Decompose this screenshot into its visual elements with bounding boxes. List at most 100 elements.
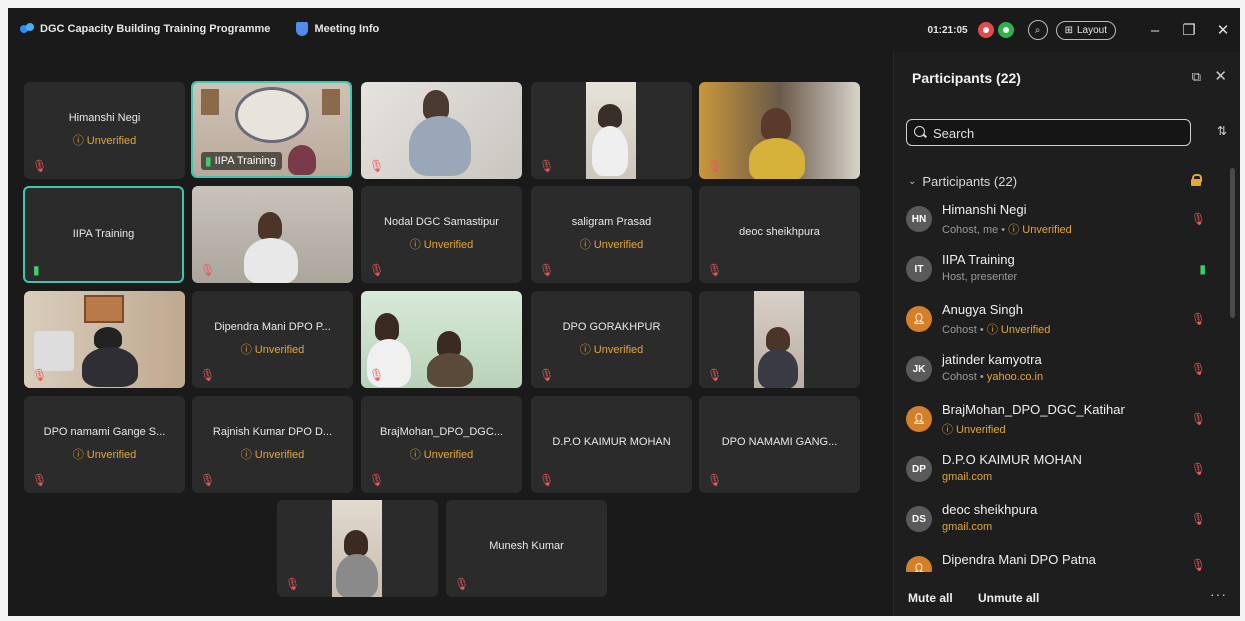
mic-muted-icon: 🎙︎ [32,368,48,382]
meeting-timer: 01:21:05 [927,24,968,36]
video-tile[interactable]: 🎙︎ [699,82,860,179]
mic-muted-icon: 🎙︎ [369,473,385,487]
participant-role: Cohost • [942,371,987,383]
participant-row[interactable]: HN Himanshi Negi Cohost, me • ⓘ Unverifi… [906,200,1206,250]
person [592,126,628,176]
mic-on-icon[interactable]: ▮ [1199,262,1206,276]
participant-subtitle: gmail.com [942,521,992,533]
video-tile[interactable]: BrajMohan_DPO_DGC... ⓘ Unverified 🎙︎ [361,396,522,493]
mic-muted-icon[interactable]: 🎙︎ [1191,312,1206,326]
recording-icon[interactable] [977,22,994,38]
video-tile[interactable]: 🎙︎ [361,82,522,179]
participant-row[interactable]: JK jatinder kamyotra Cohost • yahoo.co.i… [906,350,1206,400]
participant-name: BrajMohan_DPO_DGC_Katihar [942,402,1125,417]
unverified-status: ⓘ Unverified [72,449,137,461]
unmute-all-button[interactable]: Unmute all [978,591,1039,605]
mic-muted-icon[interactable]: 🎙︎ [1191,462,1206,476]
participant-row[interactable]: 👤︎ Anugya Singh Cohost • ⓘ Unverified 🎙︎ [906,300,1206,350]
video-tile[interactable]: saligram Prasad ⓘ Unverified 🎙︎ [531,186,692,283]
secure-status-icon[interactable] [997,22,1014,38]
participant-name: Himanshi Negi [942,202,1027,217]
avatar: IT [906,256,932,282]
video-tile[interactable]: Rajnish Kumar DPO D... ⓘ Unverified 🎙︎ [192,396,353,493]
participant-row[interactable]: 👤︎ BrajMohan_DPO_DGC_Katihar ⓘ Unverifie… [906,400,1206,450]
participant-name: Dipendra Mani DPO Patna [942,552,1096,567]
video-tile[interactable]: DPO namami Gange S... ⓘ Unverified 🎙︎ [24,396,185,493]
mic-muted-icon[interactable]: 🎙︎ [1191,362,1206,376]
unverified-status: ⓘ Unverified [579,239,644,251]
mic-muted-icon: 🎙︎ [707,473,723,487]
minimize-button[interactable]: – [1138,22,1172,39]
layout-label: Layout [1076,24,1107,36]
desk-object [34,331,74,371]
close-icon[interactable]: ✕ [1214,67,1227,85]
pop-out-icon[interactable]: ⧉ [1192,69,1201,85]
tile-name: DPO namami Gange S... [43,426,166,438]
participant-subtitle: Cohost, me • ⓘ Unverified [942,221,1072,237]
layout-button[interactable]: ⊞ Layout [1055,20,1116,40]
unverified-status: ⓘ Unverified [240,344,305,356]
tile-name: DPO NAMAMI GANG... [721,436,838,448]
close-button[interactable]: ✕ [1206,21,1240,39]
mic-muted-icon: 🎙︎ [32,159,48,173]
video-tile[interactable]: DPO NAMAMI GANG... 🎙︎ [699,396,860,493]
mic-muted-icon[interactable]: 🎙︎ [1191,512,1206,526]
video-tile-active[interactable]: IIPA Training ▮ [23,186,184,283]
person [336,554,378,597]
video-tile[interactable]: 🎙︎ [531,82,692,179]
video-tile-active[interactable]: ▮ IIPA Training [191,81,352,178]
mute-all-button[interactable]: Mute all [908,591,953,605]
person [758,349,798,388]
more-options-icon[interactable]: ··· [1210,586,1227,602]
meeting-info-button[interactable]: Meeting Info [314,23,379,35]
video-tile[interactable]: deoc sheikhpura 🎙︎ [699,186,860,283]
video-tile[interactable]: 🎙︎ [192,186,353,283]
video-tile[interactable]: 🎙︎ [361,291,522,388]
meeting-window: DGC Capacity Building Training Programme… [8,8,1240,616]
participant-row[interactable]: DS deoc sheikhpura gmail.com 🎙︎ [906,500,1206,550]
video-tile[interactable]: DPO GORAKHPUR ⓘ Unverified 🎙︎ [531,291,692,388]
video-feed [332,500,382,597]
person [375,313,399,341]
video-feed [361,82,522,179]
lock-icon[interactable] [1191,174,1202,186]
participant-email-domain: gmail.com [942,471,993,483]
portrait-frame [322,89,340,115]
video-tile[interactable]: 🎙︎ [24,291,185,388]
participant-row[interactable]: 👤︎ Dipendra Mani DPO Patna 🎙︎ [906,550,1206,572]
video-tile[interactable]: Dipendra Mani DPO P... ⓘ Unverified 🎙︎ [192,291,353,388]
mic-muted-icon: 🎙︎ [32,473,48,487]
shield-icon[interactable] [296,22,309,36]
scrollbar[interactable] [1230,168,1235,318]
restore-button[interactable]: ❐ [1172,21,1206,39]
person [749,138,805,179]
participant-row[interactable]: IT IIPA Training Host, presenter ▮ [906,250,1206,300]
person-icon: 👤︎ [912,313,926,325]
participant-name: IIPA Training [942,252,1015,267]
participant-subtitle: Cohost • ⓘ Unverified [942,321,1050,337]
person [766,327,790,351]
video-tile[interactable]: D.P.O KAIMUR MOHAN 🎙︎ [531,396,692,493]
search-box[interactable] [906,119,1191,146]
mic-muted-icon[interactable]: 🎙︎ [1191,412,1206,426]
mic-muted-icon[interactable]: 🎙︎ [1191,212,1206,226]
mic-muted-icon: 🎙︎ [200,473,216,487]
video-tile[interactable]: Munesh Kumar 🎙︎ [446,500,607,597]
search-input[interactable] [931,123,1185,143]
title-left: DGC Capacity Building Training Programme… [20,22,379,36]
person [427,353,473,387]
video-tile[interactable]: 🎙︎ [277,500,438,597]
zoom-icon[interactable]: ⌕ [1027,20,1048,40]
participant-role: Host, presenter [942,271,1018,283]
video-feed [754,291,804,388]
video-tile[interactable]: 🎙︎ [699,291,860,388]
participant-row[interactable]: DP D.P.O KAIMUR MOHAN gmail.com 🎙︎ [906,450,1206,500]
unverified-status: ⓘ Unverified [72,135,137,147]
participants-section-header[interactable]: ⌄ Participants (22) [908,174,1017,189]
mic-muted-icon[interactable]: 🎙︎ [1191,558,1206,572]
video-feed [192,186,353,283]
video-tile[interactable]: Himanshi Negi ⓘ Unverified 🎙︎ [24,82,185,179]
avatar: JK [906,356,932,382]
sort-icon[interactable]: ⇅ [1217,124,1227,138]
video-tile[interactable]: Nodal DGC Samastipur ⓘ Unverified 🎙︎ [361,186,522,283]
